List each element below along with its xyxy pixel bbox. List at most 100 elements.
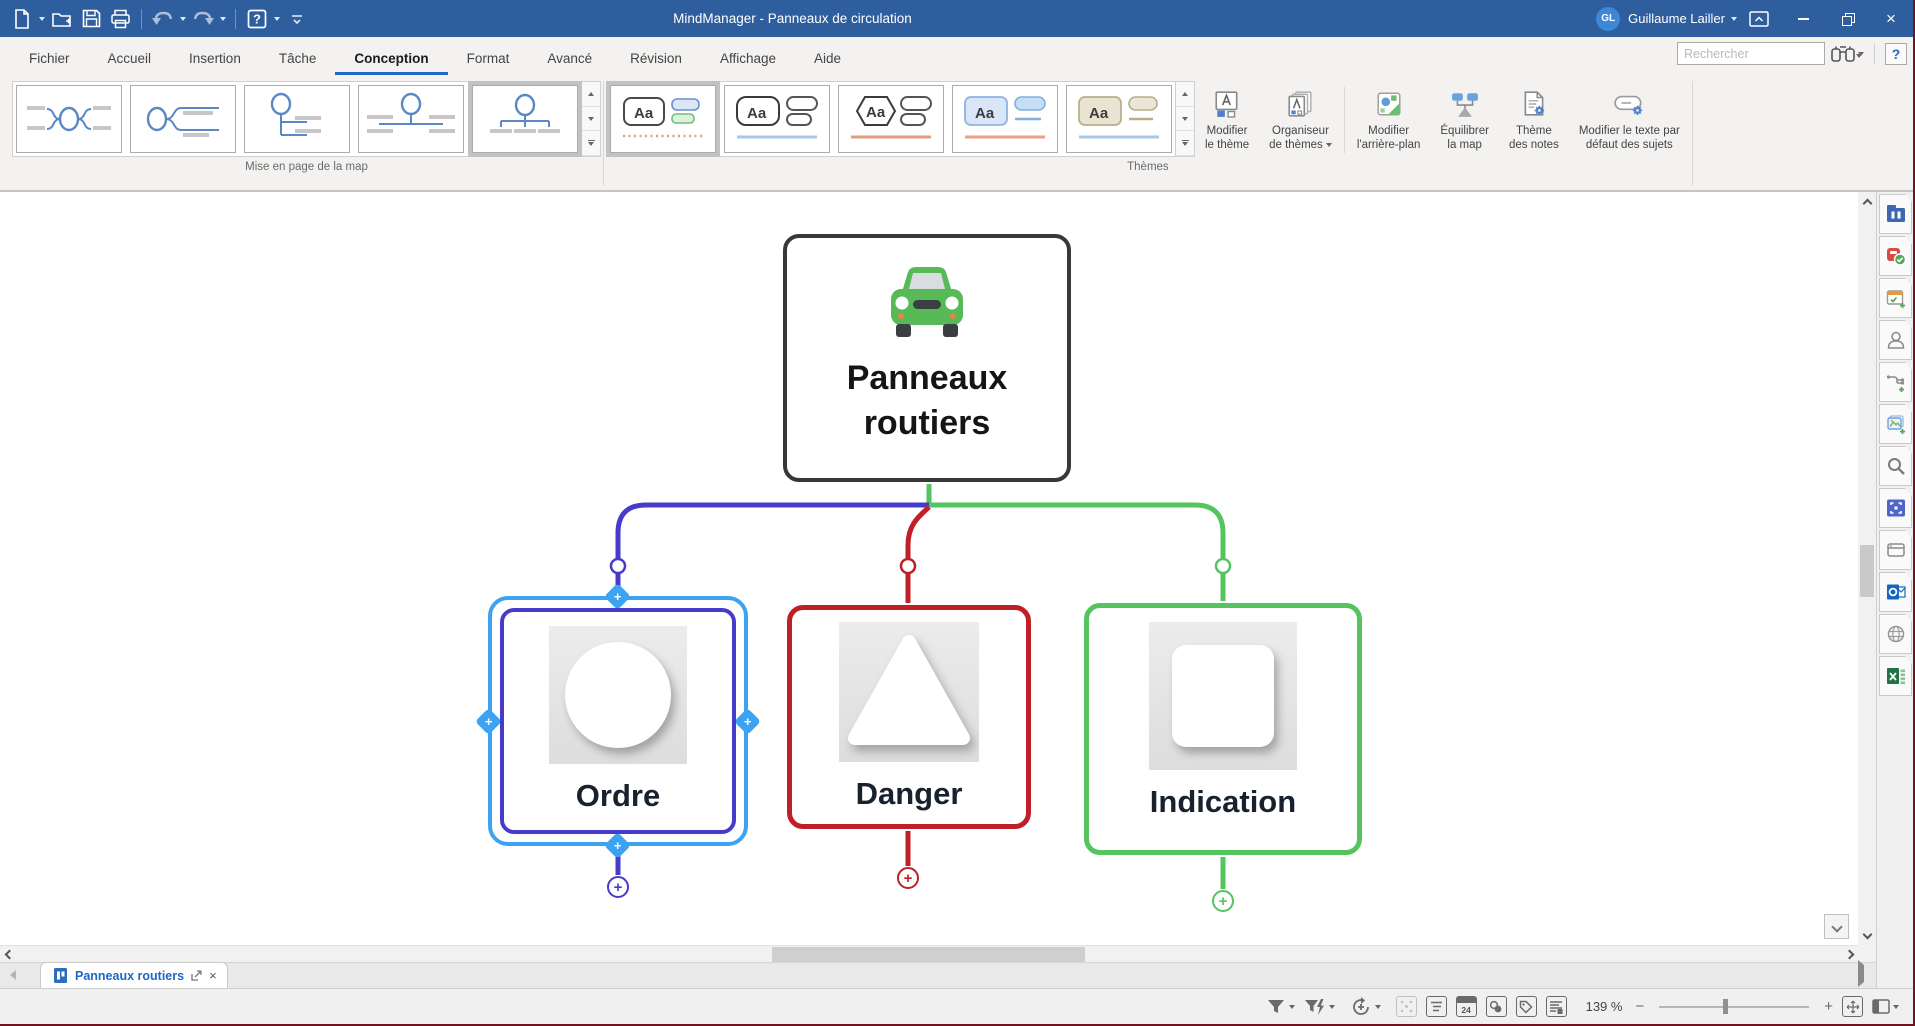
binoculars-search-button[interactable] — [1831, 44, 1864, 63]
sidebar-tab-excel[interactable] — [1879, 656, 1912, 696]
notes-theme-button[interactable]: Thème des notes — [1500, 84, 1568, 154]
quick-filter-button[interactable] — [1304, 998, 1335, 1016]
sidebar-tab-task-info[interactable] — [1879, 236, 1912, 276]
zoom-slider[interactable] — [1659, 1006, 1809, 1008]
doc-tab-scroll-left-button[interactable] — [0, 962, 26, 988]
theme-organizer-button[interactable]: Organiseur de thèmes — [1260, 84, 1341, 154]
collapse-handle-danger[interactable] — [901, 559, 915, 573]
topic-indication[interactable]: Indication — [1084, 603, 1362, 855]
theme-thumb-2[interactable]: Aa — [724, 85, 830, 153]
sidebar-tab-web-globe[interactable] — [1879, 614, 1912, 654]
sidebar-tab-image-add[interactable] — [1879, 404, 1912, 444]
tab-insertion[interactable]: Insertion — [170, 42, 260, 75]
balance-map-button[interactable]: Équilibrer la map — [1431, 84, 1498, 154]
new-document-caret-icon[interactable] — [39, 17, 45, 21]
doc-tab-scroll-right-button[interactable] — [1858, 965, 1864, 983]
scroll-down-button[interactable] — [1858, 925, 1876, 943]
help-button[interactable]: ? — [1885, 43, 1907, 65]
sidebar-tab-map-parts[interactable] — [1879, 362, 1912, 402]
document-tab-active[interactable]: Panneaux routiers × — [40, 962, 228, 988]
modify-background-button[interactable]: Modifier l'arrière-plan — [1348, 84, 1430, 154]
fit-map-button[interactable] — [1842, 996, 1863, 1017]
tab-aide[interactable]: Aide — [795, 42, 860, 75]
redo-button[interactable] — [191, 6, 215, 32]
undo-button[interactable] — [151, 6, 175, 32]
center-map-button[interactable] — [1824, 914, 1849, 939]
tab-affichage[interactable]: Affichage — [701, 42, 795, 75]
gallery-scroll-down-button[interactable] — [582, 107, 600, 132]
tab-fichier[interactable]: Fichier — [10, 42, 89, 75]
map-canvas[interactable]: Panneaux routiers + + + + Ordre Danger — [0, 192, 1858, 945]
gallery-scroll-up-button[interactable] — [1176, 82, 1194, 107]
gallery-more-button[interactable] — [582, 131, 600, 156]
help-menu-button[interactable]: ? — [245, 6, 269, 32]
tags-view-button[interactable] — [1516, 996, 1537, 1017]
vertical-scroll-thumb[interactable] — [1860, 545, 1874, 597]
topic-danger[interactable]: Danger — [787, 605, 1031, 829]
sidebar-tab-fit-selection[interactable] — [1879, 488, 1912, 528]
sidebar-tab-map-index[interactable] — [1879, 194, 1912, 234]
add-subtopic-indication-button[interactable]: + — [1212, 890, 1234, 912]
restore-button[interactable] — [1825, 0, 1869, 37]
scroll-up-button[interactable] — [1858, 194, 1876, 212]
theme-thumb-4[interactable]: Aa — [952, 85, 1058, 153]
tab-format[interactable]: Format — [448, 42, 529, 75]
layout-thumb-split-tree[interactable] — [358, 85, 464, 153]
new-document-button[interactable] — [10, 6, 34, 32]
help-caret-icon[interactable] — [274, 17, 280, 21]
schedule-view-button[interactable]: 24 — [1456, 996, 1477, 1017]
topic-root[interactable]: Panneaux routiers — [783, 234, 1071, 482]
vertical-scrollbar[interactable] — [1858, 192, 1876, 945]
scroll-left-button[interactable] — [0, 946, 18, 963]
tab-accueil[interactable]: Accueil — [89, 42, 171, 75]
gallery-scroll-down-button[interactable] — [1176, 107, 1194, 132]
scroll-right-button[interactable] — [1840, 946, 1858, 963]
ribbon-display-options-button[interactable] — [1737, 0, 1781, 37]
gallery-scroll-up-button[interactable] — [582, 82, 600, 107]
add-subtopic-ordre-button[interactable]: + — [607, 876, 629, 898]
collapse-handle-indication[interactable] — [1216, 559, 1230, 573]
open-button[interactable] — [50, 6, 74, 32]
autosync-button[interactable] — [1350, 996, 1381, 1018]
theme-thumb-5[interactable]: Aa — [1066, 85, 1172, 153]
collapse-handle-ordre[interactable] — [611, 559, 625, 573]
layout-thumb-tree-right[interactable] — [244, 85, 350, 153]
sidebar-tab-resources[interactable] — [1879, 320, 1912, 360]
tab-tache[interactable]: Tâche — [260, 42, 336, 75]
redo-caret-icon[interactable] — [220, 17, 226, 21]
panel-toggle-button[interactable] — [1872, 999, 1899, 1014]
minimize-button[interactable] — [1781, 0, 1825, 37]
save-button[interactable] — [79, 6, 103, 32]
notes-view-button[interactable] — [1546, 996, 1567, 1017]
layout-thumb-radial-map[interactable] — [16, 85, 122, 153]
topic-ordre[interactable]: Ordre — [500, 608, 736, 834]
close-button[interactable]: × — [1869, 0, 1913, 37]
search-input[interactable] — [1678, 47, 1851, 61]
theme-thumb-3[interactable]: Aa — [838, 85, 944, 153]
sidebar-tab-search[interactable] — [1879, 446, 1912, 486]
outline-view-button[interactable] — [1426, 996, 1447, 1017]
default-topic-text-button[interactable]: Modifier le texte par défaut des sujets — [1570, 84, 1689, 154]
layout-thumb-right-map[interactable] — [130, 85, 236, 153]
undo-caret-icon[interactable] — [180, 17, 186, 21]
avatar[interactable]: GL — [1596, 7, 1620, 31]
zoom-level[interactable]: 139 % — [1586, 999, 1623, 1014]
add-subtopic-danger-button[interactable]: + — [897, 867, 919, 889]
zoom-in-button[interactable]: + — [1824, 998, 1833, 1015]
zoom-slider-handle[interactable] — [1723, 999, 1728, 1014]
zoom-out-button[interactable]: − — [1635, 998, 1644, 1015]
print-button[interactable] — [108, 6, 132, 32]
customize-toolbar-button[interactable] — [285, 6, 309, 32]
user-name[interactable]: Guillaume Lailler — [1628, 11, 1725, 26]
tab-avance[interactable]: Avancé — [528, 42, 611, 75]
filter-button[interactable] — [1266, 998, 1295, 1016]
sidebar-tab-browser[interactable] — [1879, 530, 1912, 570]
layout-thumb-org-chart[interactable] — [472, 85, 578, 153]
tab-conception[interactable]: Conception — [335, 42, 447, 75]
horizontal-scroll-thumb[interactable] — [772, 947, 1085, 962]
tab-revision[interactable]: Révision — [611, 42, 701, 75]
theme-thumb-1[interactable]: Aa — [610, 85, 716, 153]
sidebar-tab-calendar-add[interactable] — [1879, 278, 1912, 318]
popout-tab-icon[interactable] — [191, 970, 202, 981]
resources-view-button[interactable] — [1486, 996, 1507, 1017]
